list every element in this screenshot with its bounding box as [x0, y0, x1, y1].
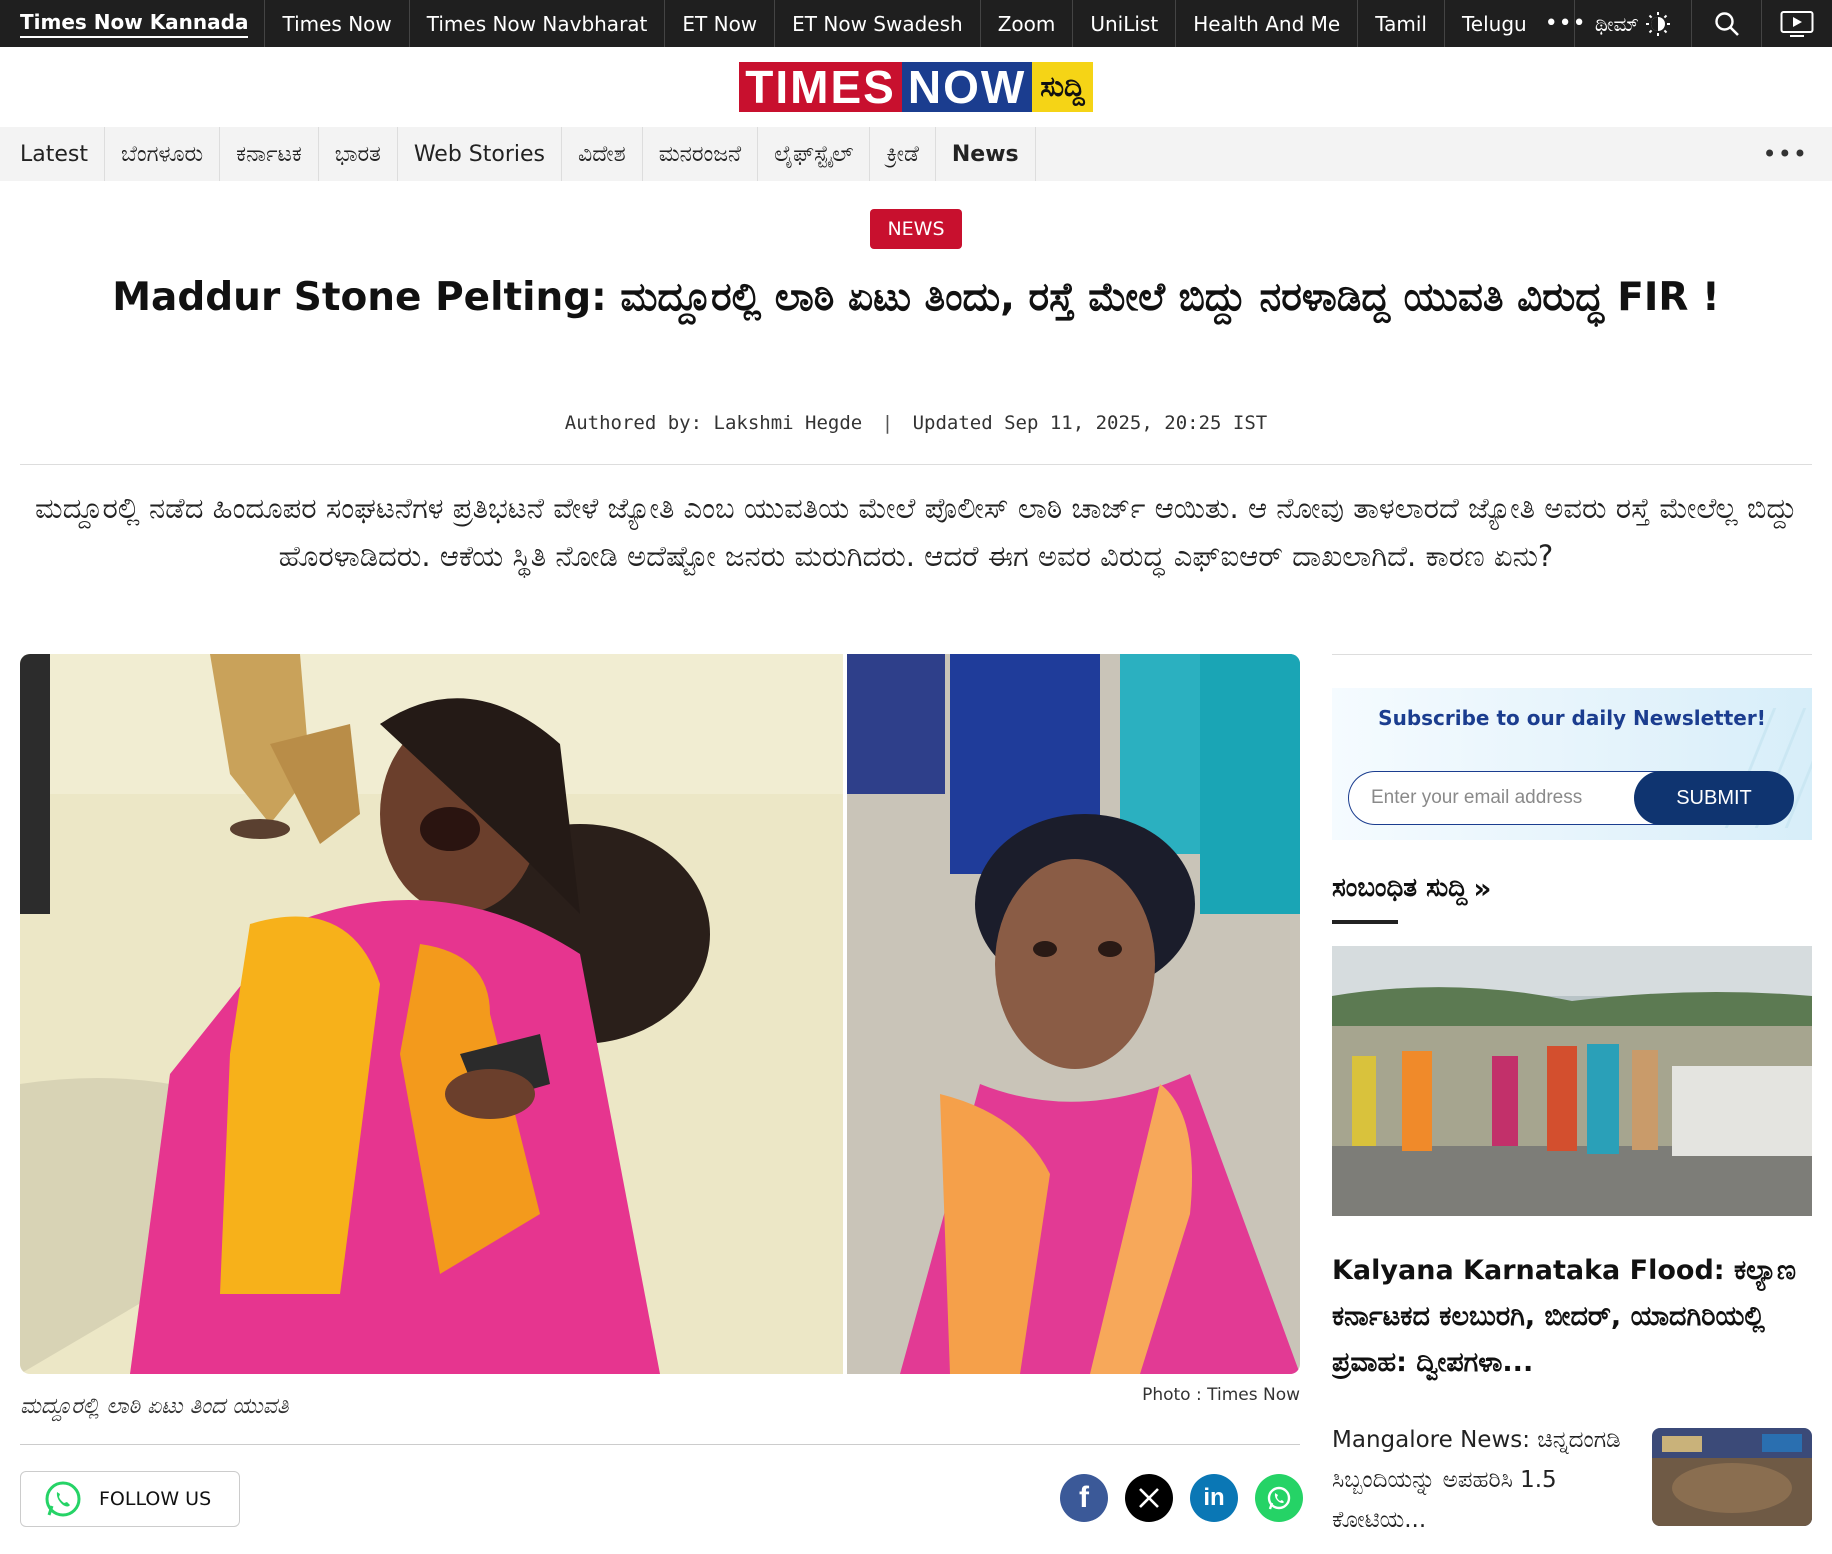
heading-underline [1332, 920, 1398, 924]
network-bar: Times Now Kannada Times Now Times Now Na… [0, 0, 1832, 47]
divider [20, 464, 1812, 465]
x-share-button[interactable] [1125, 1474, 1173, 1522]
network-link-et-now[interactable]: ET Now [665, 0, 776, 47]
whatsapp-icon [45, 1481, 81, 1517]
nav-item-sports[interactable]: ಕ್ರೀಡೆ [870, 127, 936, 181]
network-link-tamil[interactable]: Tamil [1358, 0, 1445, 47]
newsletter-box: Subscribe to our daily Newsletter! Enter… [1332, 688, 1812, 840]
network-link-times-now-kannada[interactable]: Times Now Kannada [0, 0, 266, 47]
theme-icon [1646, 11, 1670, 36]
category-nav: Latest ಬೆಂಗಳೂರು ಕರ್ನಾಟಕ ಭಾರತ Web Stories… [0, 127, 1832, 181]
network-link-navbharat[interactable]: Times Now Navbharat [410, 0, 666, 47]
whatsapp-icon [1267, 1486, 1291, 1510]
divider [20, 1444, 1300, 1445]
network-link-zoom[interactable]: Zoom [981, 0, 1074, 47]
nav-item-bharata[interactable]: ಭಾರತ [319, 127, 398, 181]
related-story-title[interactable]: Mangalore News: ಚಿನ್ನದಂಗಡಿ ಸಿಬ್ಬಂದಿಯನ್ನು… [1332, 1420, 1622, 1540]
follow-us-label: FOLLOW US [99, 1488, 212, 1510]
site-logo[interactable]: TIMES NOW ಸುದ್ದಿ [739, 62, 1093, 112]
facebook-share-button[interactable]: f [1060, 1474, 1108, 1522]
theme-label: ಥೀಮ್ [1594, 11, 1639, 36]
related-news-title: ಸಂಬಂಧಿತ ಸುದ್ದಿ [1332, 873, 1468, 903]
nav-item-karnataka[interactable]: ಕರ್ನಾಟಕ [220, 127, 319, 181]
article-headline: Maddur Stone Pelting: ಮದ್ದೂರಲ್ಲಿ ಲಾಠಿ ಏಟ… [112, 275, 1720, 320]
network-links: Times Now Kannada Times Now Times Now Na… [0, 0, 1601, 47]
author-name[interactable]: Lakshmi Hegde [714, 412, 863, 434]
newsletter-submit-button[interactable]: SUBMIT [1634, 771, 1794, 825]
nav-item-bengaluru[interactable]: ಬೆಂಗಳೂರು [105, 127, 221, 181]
article-summary: ಮದ್ದೂರಲ್ಲಿ ನಡೆದ ಹಿಂದೂಪರ ಸಂಘಟನೆಗಳ ಪ್ರತಿಭಟ… [35, 491, 1797, 573]
search-button[interactable] [1692, 0, 1762, 47]
authored-label: Authored by: [564, 412, 703, 434]
section-badge[interactable]: NEWS [870, 209, 962, 249]
network-link-unilist[interactable]: UniList [1073, 0, 1177, 47]
related-story-image[interactable] [1332, 946, 1812, 1216]
tv-play-icon [1780, 10, 1814, 37]
byline: Authored by: Lakshmi Hegde | Updated Sep… [0, 412, 1832, 434]
article-image [20, 654, 1300, 1374]
image-caption: ಮದ್ದೂರಲ್ಲಿ ಲಾಠಿ ಏಟು ತಿಂದ ಯುವತಿ [20, 1394, 289, 1419]
logo-suddi: ಸುದ್ದಿ [1032, 62, 1093, 112]
related-story-title[interactable]: Kalyana Karnataka Flood: ಕಲ್ಯಾಣ ಕರ್ನಾಟಕದ… [1332, 1248, 1812, 1386]
x-icon [1139, 1488, 1159, 1508]
divider [1332, 654, 1812, 655]
logo-times: TIMES [739, 62, 902, 112]
network-link-label: Times Now Kannada [20, 10, 249, 38]
theme-toggle[interactable]: ಥೀಮ್ [1573, 0, 1692, 47]
logo-now: NOW [901, 62, 1033, 112]
nav-item-news[interactable]: News [936, 127, 1036, 181]
search-icon [1714, 11, 1739, 36]
linkedin-icon: in [1203, 1484, 1225, 1511]
nav-item-latest[interactable]: Latest [0, 127, 105, 181]
live-tv-button[interactable] [1762, 0, 1832, 47]
nav-item-lifestyle[interactable]: ಲೈಫ್‌ಸ್ಟೈಲ್ [758, 127, 871, 181]
follow-us-button[interactable]: FOLLOW US [20, 1471, 240, 1527]
nav-item-entertainment[interactable]: ಮನರಂಜನೆ [643, 127, 759, 181]
nav-item-web-stories[interactable]: Web Stories [398, 127, 562, 181]
newsletter-title: Subscribe to our daily Newsletter! [1378, 706, 1766, 730]
double-chevron-right-icon: » [1473, 872, 1492, 905]
related-story-thumbnail[interactable] [1652, 1428, 1812, 1526]
network-link-telugu[interactable]: Telugu [1445, 0, 1531, 47]
nav-item-videsha[interactable]: ವಿದೇಶ [562, 127, 643, 181]
network-link-health-and-me[interactable]: Health And Me [1176, 0, 1359, 47]
facebook-icon: f [1079, 1481, 1089, 1514]
network-link-times-now[interactable]: Times Now [265, 0, 410, 47]
photo-credit: Photo : Times Now [1142, 1385, 1300, 1405]
category-more-button[interactable]: ••• [1763, 127, 1808, 181]
newsletter-email-input[interactable]: Enter your email address [1348, 771, 1672, 825]
share-bar: f in [1060, 1474, 1303, 1522]
network-link-et-now-swadesh[interactable]: ET Now Swadesh [775, 0, 981, 47]
updated-time: Updated Sep 11, 2025, 20:25 IST [912, 412, 1268, 434]
related-news-heading[interactable]: ಸಂಬಂಧಿತ ಸುದ್ದಿ » [1332, 872, 1491, 905]
site-header: TIMES NOW ಸುದ್ದಿ [0, 47, 1832, 127]
whatsapp-share-button[interactable] [1255, 1474, 1303, 1522]
byline-separator: | [881, 412, 894, 434]
linkedin-share-button[interactable]: in [1190, 1474, 1238, 1522]
